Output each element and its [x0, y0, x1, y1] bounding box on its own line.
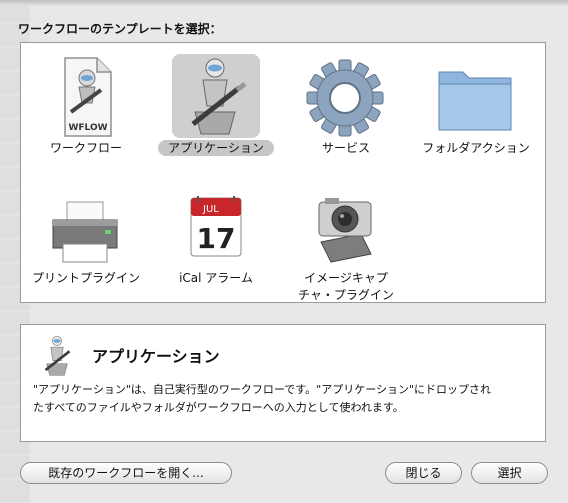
folder-icon	[438, 71, 512, 131]
choose-button[interactable]: 選択	[471, 462, 548, 484]
template-label: プリントプラグイン	[31, 271, 140, 285]
template-image-capture-plugin[interactable]: イメージキャプ チャ・プラグイン	[281, 178, 411, 302]
template-workflow[interactable]: WFLOW ワークフロー	[21, 48, 151, 163]
description-line2: たすべてのファイルやフォルダがワークフローへの入力として使われます。	[33, 401, 404, 414]
sheet-top-edge	[0, 0, 568, 6]
automator-robot-icon	[191, 58, 247, 135]
close-button[interactable]: 閉じる	[385, 462, 462, 484]
camera-icon	[318, 198, 372, 263]
calendar-month: JUL	[202, 204, 219, 215]
calendar-day: 17	[197, 222, 236, 255]
template-application[interactable]: アプリケーション	[151, 48, 281, 163]
template-label: サービス	[321, 141, 370, 155]
description-line1: "アプリケーション"は、自己実行型のワークフローです。"アプリケーション"にドロ…	[33, 383, 492, 396]
template-label: iCal アラーム	[179, 271, 253, 285]
description-text: "アプリケーション"は、自己実行型のワークフローです。"アプリケーション"にドロ…	[33, 381, 533, 417]
template-ical-alarm[interactable]: JUL 17 iCal アラーム	[151, 178, 281, 293]
template-label: ワークフロー	[49, 141, 122, 155]
template-services[interactable]: サービス	[281, 48, 411, 163]
description-title: アプリケーション	[92, 347, 220, 366]
printer-icon	[52, 201, 118, 263]
workflow-file-icon: WFLOW	[64, 57, 112, 137]
template-label-line2: チャ・プラグイン	[298, 288, 394, 302]
template-print-plugin[interactable]: プリントプラグイン	[21, 178, 151, 293]
template-label: フォルダアクション	[422, 141, 530, 155]
description-panel: アプリケーション "アプリケーション"は、自己実行型のワークフローです。"アプリ…	[20, 324, 546, 442]
calendar-icon: JUL 17	[190, 196, 242, 257]
template-label-line1: イメージキャプ	[304, 271, 388, 285]
automator-robot-icon	[44, 335, 71, 376]
gear-icon	[306, 59, 384, 137]
open-existing-workflow-button[interactable]: 既存のワークフローを開く...	[20, 462, 232, 484]
template-chooser: WFLOW ワークフロー アプリケーション サービス フォルダアクション プリン…	[20, 42, 546, 303]
dialog-title: ワークフローのテンプレートを選択：	[18, 22, 222, 36]
template-folder-actions[interactable]: フォルダアクション	[411, 48, 541, 163]
template-label: アプリケーション	[158, 140, 274, 156]
workflow-badge: WFLOW	[68, 123, 107, 133]
